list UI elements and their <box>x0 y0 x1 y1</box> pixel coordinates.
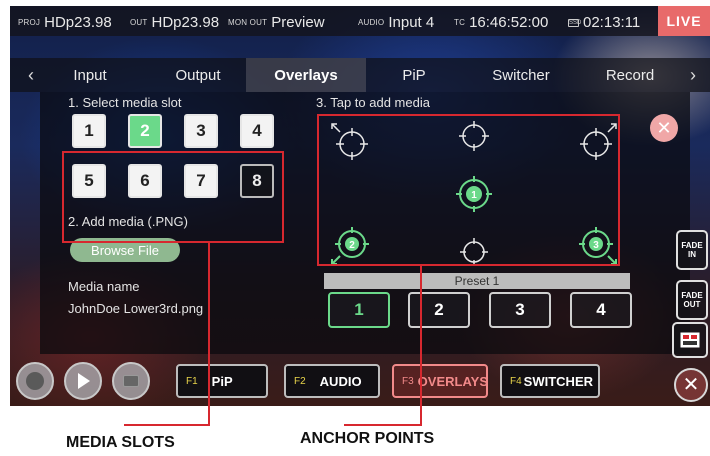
proj-value: HDp23.98 <box>44 14 112 31</box>
f2-label: AUDIO <box>319 373 362 389</box>
preset-button-3[interactable]: 3 <box>489 292 551 328</box>
f3-key-label: F3 <box>402 375 414 387</box>
tab-bar: ‹ Input Output Overlays PiP Switcher Rec… <box>10 58 710 92</box>
select-media-slot-title: 1. Select media slot <box>68 95 182 110</box>
media-name-value: JohnDoe Lower3rd.png <box>68 301 204 316</box>
stop-button[interactable] <box>112 362 150 400</box>
stop-icon <box>123 375 139 387</box>
f4-label: SWITCHER <box>523 373 594 389</box>
f1-label: PiP <box>211 373 233 389</box>
media-slots-callout-label: MEDIA SLOTS <box>66 434 175 451</box>
anchor-points-highlight-box <box>317 114 620 266</box>
monout-value: Preview <box>271 14 325 31</box>
media-slots-callout-vertical <box>208 243 210 425</box>
f2-audio-button[interactable]: F2 AUDIO <box>284 364 380 398</box>
preset-title: Preset 1 <box>324 273 630 289</box>
anchor-points-callout-vertical <box>420 266 422 425</box>
monout-label: MON OUT <box>228 18 268 27</box>
timecode[interactable]: TC 16:46:52:00 <box>454 14 560 31</box>
media-slots-highlight-box <box>62 151 284 243</box>
media-slot-4[interactable]: 4 <box>240 114 274 148</box>
media-slot-3[interactable]: 3 <box>184 114 218 148</box>
output-format[interactable]: OUT HDp23.98 <box>130 14 231 31</box>
audio-label: AUDIO <box>358 18 385 27</box>
exit-button[interactable]: ✕ <box>674 368 708 402</box>
media-slot-1[interactable]: 1 <box>72 114 106 148</box>
f1-key-label: F1 <box>186 375 198 387</box>
audio-value: Input 4 <box>388 14 435 31</box>
out-label: OUT <box>130 18 148 27</box>
tab-record[interactable]: Record <box>590 58 670 92</box>
ssd-icon: SSD <box>568 18 582 27</box>
ssd-remaining[interactable]: SSD 02:13:11 <box>568 14 652 31</box>
chevron-left-icon[interactable]: ‹ <box>20 58 42 92</box>
record-button[interactable] <box>16 362 54 400</box>
status-bar: PROJ HDp23.98 OUT HDp23.98 MON OUT Previ… <box>10 6 710 36</box>
bottom-bar: F1 PiP F2 AUDIO F3 OVERLAYS F4 SWITCHER … <box>10 358 710 406</box>
close-x-icon: ✕ <box>682 374 700 396</box>
play-icon <box>78 373 90 389</box>
f3-label: OVERLAYS <box>417 373 488 389</box>
tab-switcher[interactable]: Switcher <box>476 58 566 92</box>
proj-label: PROJ <box>18 18 41 27</box>
layout-icon <box>680 332 700 348</box>
chevron-right-icon[interactable]: › <box>682 58 704 92</box>
media-slot-2[interactable]: 2 <box>128 114 162 148</box>
preset-button-2[interactable]: 2 <box>408 292 470 328</box>
f3-overlays-button[interactable]: F3 OVERLAYS <box>392 364 488 398</box>
record-icon <box>26 372 44 390</box>
project-format[interactable]: PROJ HDp23.98 <box>18 14 124 31</box>
tc-label: TC <box>454 18 466 27</box>
play-button[interactable] <box>64 362 102 400</box>
tab-output[interactable]: Output <box>158 58 238 92</box>
tap-to-add-media-title: 3. Tap to add media <box>316 95 430 110</box>
tab-overlays[interactable]: Overlays <box>246 58 366 92</box>
f4-key-label: F4 <box>510 375 522 387</box>
media-name-label: Media name <box>68 279 140 294</box>
anchor-points-callout-label: ANCHOR POINTS <box>300 430 435 447</box>
close-icon[interactable]: ✕ <box>650 114 678 142</box>
media-slots-callout-horizontal <box>124 424 210 426</box>
fade-out-button[interactable]: FADE OUT <box>676 280 708 320</box>
fade-in-button[interactable]: FADE IN <box>676 230 708 270</box>
tab-pip[interactable]: PiP <box>374 58 454 92</box>
audio-source[interactable]: AUDIO Input 4 <box>358 14 446 31</box>
live-button[interactable]: LIVE <box>658 6 710 36</box>
tab-input[interactable]: Input <box>50 58 130 92</box>
preset-button-4[interactable]: 4 <box>570 292 632 328</box>
f2-key-label: F2 <box>294 375 306 387</box>
out-value: HDp23.98 <box>151 14 220 31</box>
f1-pip-button[interactable]: F1 PiP <box>176 364 268 398</box>
anchor-points-callout-horizontal <box>344 424 422 426</box>
layout-view-button[interactable] <box>672 322 708 358</box>
ssd-value: 02:13:11 <box>583 14 641 31</box>
preset-button-1[interactable]: 1 <box>328 292 390 328</box>
monitor-output[interactable]: MON OUT Preview <box>228 14 337 31</box>
f4-switcher-button[interactable]: F4 SWITCHER <box>500 364 600 398</box>
tc-value: 16:46:52:00 <box>469 14 549 31</box>
